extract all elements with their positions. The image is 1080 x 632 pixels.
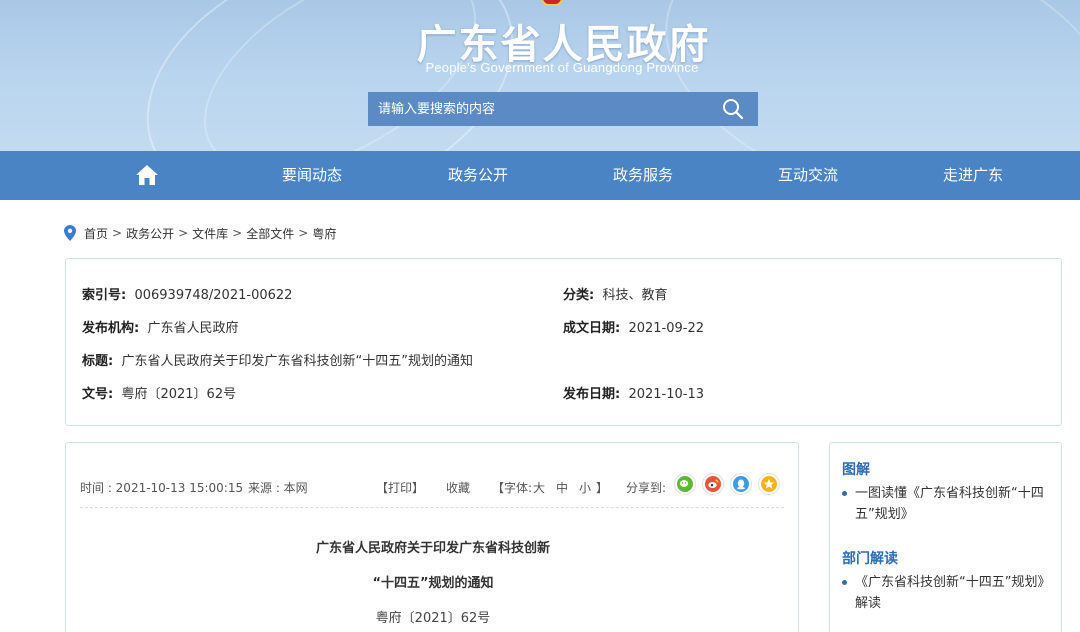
infographic-link[interactable]: 一图读懂《广东省科技创新“十四五”规划》 <box>842 483 1054 525</box>
nav-item-news[interactable]: 要闻动态 <box>252 151 372 200</box>
doc-number-row: 文号: 粤府〔2021〕62号 <box>82 383 236 402</box>
category-value: 科技、教育 <box>602 288 668 303</box>
qq-icon[interactable] <box>730 473 752 495</box>
breadcrumb-all-files[interactable]: 全部文件 <box>246 225 294 242</box>
font-small-button[interactable]: 小 <box>579 479 591 496</box>
font-size-close: 】 <box>596 481 609 495</box>
title-row: 标题: 广东省人民政府关于印发广东省科技创新“十四五”规划的通知 <box>82 350 473 369</box>
breadcrumb-separator: > <box>232 226 243 240</box>
publish-time: 时间 : 2021-10-13 15:00:15 <box>80 481 244 495</box>
category-label: 分类: <box>563 288 595 303</box>
article-doc-number: 粤府〔2021〕62号 <box>375 611 491 626</box>
breadcrumb-yuefu[interactable]: 粤府 <box>312 225 336 242</box>
doc-number-value: 粤府〔2021〕62号 <box>121 387 237 402</box>
nav-item-about-guangdong[interactable]: 走进广东 <box>913 151 1033 200</box>
created-date-label: 成文日期: <box>563 321 621 336</box>
category-row: 分类: 科技、教育 <box>563 284 667 303</box>
index-number-row: 索引号: 006939748/2021-00622 <box>82 284 292 303</box>
nav-item-government-affairs[interactable]: 政务公开 <box>418 151 538 200</box>
breadcrumb: 首页 > 政务公开 > 文件库 > 全部文件 > 粤府 <box>64 224 336 242</box>
issuer-value: 广东省人民政府 <box>147 321 239 336</box>
published-date-label: 发布日期: <box>563 387 621 402</box>
location-pin-icon <box>64 225 76 241</box>
article-toolbar: 时间 : 2021-10-13 15:00:15 来源 : 本网 【打印】 收藏… <box>80 473 784 499</box>
wechat-icon[interactable] <box>674 473 696 495</box>
breadcrumb-gov-affairs[interactable]: 政务公开 <box>126 225 174 242</box>
breadcrumb-separator: > <box>112 226 123 240</box>
article-source: 来源 : 本网 <box>248 481 308 495</box>
qzone-icon[interactable] <box>758 473 780 495</box>
title-label: 标题: <box>82 354 114 369</box>
font-medium-button[interactable]: 中 <box>556 479 568 496</box>
title-value: 广东省人民政府关于印发广东省科技创新“十四五”规划的通知 <box>121 354 473 369</box>
related-panel: 图解 一图读懂《广东省科技创新“十四五”规划》 部门解读 《广东省科技创新“十四… <box>829 442 1062 632</box>
document-info-panel: 索引号: 006939748/2021-00622 分类: 科技、教育 发布机构… <box>65 258 1062 426</box>
interpretation-link[interactable]: 《广东省科技创新“十四五”规划》解读 <box>842 572 1054 614</box>
print-button[interactable]: 【打印】 <box>376 479 424 496</box>
published-date-value: 2021-10-13 <box>628 387 705 402</box>
site-subtitle: People's Government of Guangdong Provinc… <box>425 60 699 75</box>
created-date-row: 成文日期: 2021-09-22 <box>563 317 704 336</box>
article-panel: 时间 : 2021-10-13 15:00:15 来源 : 本网 【打印】 收藏… <box>65 442 799 632</box>
article-title-line1: 广东省人民政府关于印发广东省科技创新 <box>315 541 550 556</box>
issuer-label: 发布机构: <box>82 321 140 336</box>
infographic-heading: 图解 <box>842 462 870 478</box>
department-interpretation-heading: 部门解读 <box>842 551 898 567</box>
nav-item-services[interactable]: 政务服务 <box>583 151 703 200</box>
index-number-value: 006939748/2021-00622 <box>134 288 293 303</box>
breadcrumb-file-library[interactable]: 文件库 <box>192 225 228 242</box>
search-bar <box>368 92 758 126</box>
font-size-label: 【字体: <box>492 481 533 495</box>
share-label: 分享到: <box>626 481 667 495</box>
header-banner: 广东省人民政府 People's Government of Guangdong… <box>0 0 1080 151</box>
weibo-icon[interactable] <box>702 473 724 495</box>
favorite-button[interactable]: 收藏 <box>446 479 470 496</box>
article-title-line2: “十四五”规划的通知 <box>372 576 494 591</box>
issuer-row: 发布机构: 广东省人民政府 <box>82 317 238 336</box>
main-nav: 要闻动态 政务公开 政务服务 互动交流 走进广东 <box>0 151 1080 200</box>
breadcrumb-home[interactable]: 首页 <box>84 225 108 242</box>
breadcrumb-separator: > <box>298 226 309 240</box>
national-emblem-icon <box>541 0 563 6</box>
search-input[interactable] <box>368 92 718 126</box>
font-large-button[interactable]: 大 <box>533 479 545 496</box>
home-icon[interactable] <box>134 163 160 187</box>
nav-item-interaction[interactable]: 互动交流 <box>748 151 868 200</box>
breadcrumb-separator: > <box>178 226 189 240</box>
doc-number-label: 文号: <box>82 387 114 402</box>
published-date-row: 发布日期: 2021-10-13 <box>563 383 704 402</box>
index-number-label: 索引号: <box>82 288 127 303</box>
search-icon[interactable] <box>720 97 746 121</box>
toolbar-divider <box>80 507 784 508</box>
created-date-value: 2021-09-22 <box>628 321 705 336</box>
